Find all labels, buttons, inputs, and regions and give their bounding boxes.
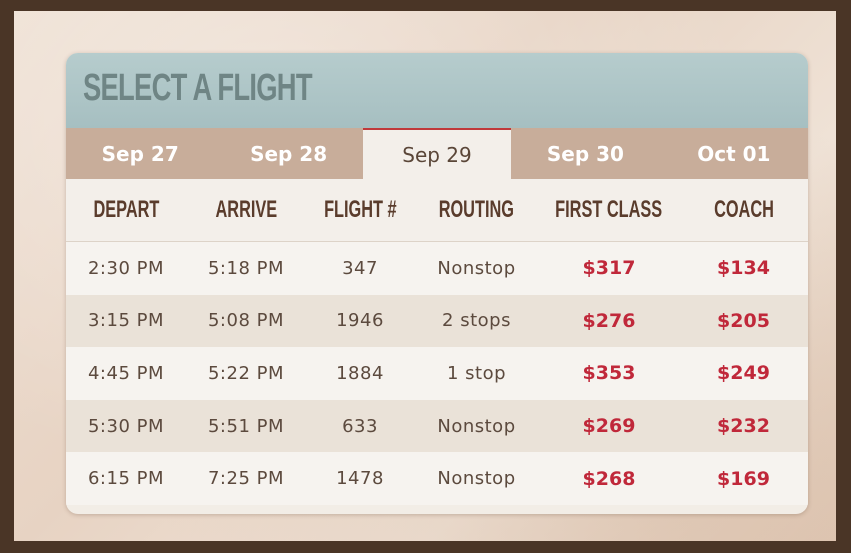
first-class-price[interactable]: $276 bbox=[583, 310, 636, 332]
flight-number: 347 bbox=[342, 257, 378, 279]
tab-oct-01[interactable]: Oct 01 bbox=[660, 128, 808, 179]
first-class-price[interactable]: $317 bbox=[583, 257, 636, 279]
coach-price[interactable]: $249 bbox=[717, 362, 770, 384]
column-header-routing: ROUTING bbox=[438, 196, 515, 223]
table-row: 3:15 PM 5:08 PM 1946 2 stops $276 $205 bbox=[66, 294, 808, 348]
arrive-time: 5:22 PM bbox=[207, 362, 285, 384]
table-row: 2:30 PM 5:18 PM 347 Nonstop $317 $134 bbox=[66, 242, 808, 295]
depart-time: 4:45 PM bbox=[87, 362, 165, 384]
background-frame: SELECT A FLIGHT Sep 27 Sep 28 Sep 29 Sep… bbox=[14, 11, 836, 541]
arrive-time: 5:08 PM bbox=[207, 310, 285, 332]
tab-sep-29[interactable]: Sep 29 bbox=[362, 128, 512, 179]
flight-number: 1946 bbox=[336, 310, 384, 332]
routing: 2 stops bbox=[442, 310, 511, 332]
depart-time: 6:15 PM bbox=[87, 468, 165, 490]
column-header-arrive: ARRIVE bbox=[215, 196, 277, 223]
table-row: 6:15 PM 7:25 PM 1478 Nonstop $268 $169 bbox=[66, 452, 808, 505]
flight-table: 2:30 PM 5:18 PM 347 Nonstop $317 $134 3:… bbox=[66, 242, 808, 505]
flight-number: 1478 bbox=[336, 468, 384, 490]
flight-number: 1884 bbox=[336, 362, 384, 384]
routing: Nonstop bbox=[437, 468, 516, 490]
date-tabs: Sep 27 Sep 28 Sep 29 Sep 30 Oct 01 bbox=[66, 128, 808, 179]
column-header-depart: DEPART bbox=[93, 196, 159, 223]
column-header-first-class: FIRST CLASS bbox=[555, 196, 663, 223]
coach-price[interactable]: $134 bbox=[717, 257, 770, 279]
tab-sep-30[interactable]: Sep 30 bbox=[511, 128, 659, 179]
tab-sep-28[interactable]: Sep 28 bbox=[214, 128, 362, 179]
flight-selector-card: SELECT A FLIGHT Sep 27 Sep 28 Sep 29 Sep… bbox=[66, 53, 808, 514]
coach-price[interactable]: $205 bbox=[717, 310, 770, 332]
card-header: SELECT A FLIGHT bbox=[66, 53, 808, 128]
tab-sep-27[interactable]: Sep 27 bbox=[66, 128, 214, 179]
routing: Nonstop bbox=[437, 415, 516, 437]
arrive-time: 7:25 PM bbox=[207, 468, 285, 490]
depart-time: 5:30 PM bbox=[87, 415, 165, 437]
first-class-price[interactable]: $269 bbox=[583, 415, 636, 437]
first-class-price[interactable]: $353 bbox=[583, 362, 636, 384]
column-header-coach: COACH bbox=[713, 196, 774, 223]
table-header: DEPART ARRIVE FLIGHT # ROUTING FIRST CLA… bbox=[66, 179, 808, 242]
table-row: 5:30 PM 5:51 PM 633 Nonstop $269 $232 bbox=[66, 399, 808, 453]
first-class-price[interactable]: $268 bbox=[583, 468, 636, 490]
routing: 1 stop bbox=[446, 362, 507, 384]
routing: Nonstop bbox=[437, 257, 516, 279]
coach-price[interactable]: $232 bbox=[717, 415, 770, 437]
coach-price[interactable]: $169 bbox=[717, 468, 770, 490]
depart-time: 3:15 PM bbox=[87, 310, 165, 332]
table-row: 4:45 PM 5:22 PM 1884 1 stop $353 $249 bbox=[66, 347, 808, 400]
arrive-time: 5:18 PM bbox=[207, 257, 285, 279]
flight-number: 633 bbox=[342, 415, 378, 437]
column-header-flight-number: FLIGHT # bbox=[323, 196, 397, 223]
depart-time: 2:30 PM bbox=[87, 257, 165, 279]
page-title: SELECT A FLIGHT bbox=[83, 67, 313, 109]
arrive-time: 5:51 PM bbox=[207, 415, 285, 437]
